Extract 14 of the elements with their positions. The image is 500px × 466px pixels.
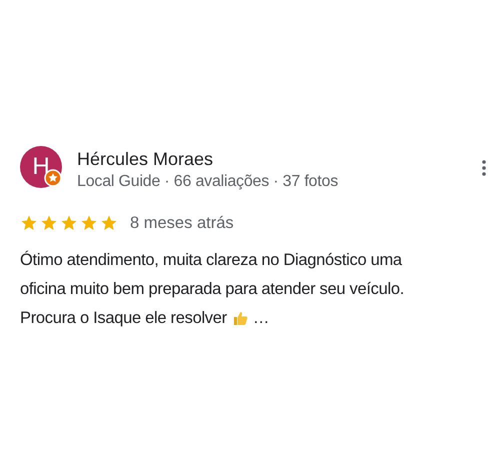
review-text: oficina muito bem preparada para atender seu veículo. — [20, 278, 404, 300]
more-options-icon[interactable] — [482, 160, 486, 176]
review-text: Procura o Isaque ele resolver — [20, 308, 227, 329]
reviewer-name[interactable]: Hércules Moraes — [77, 147, 482, 171]
star-icon — [80, 214, 98, 232]
review-text: Ótimo atendimento, muita clareza no Diagnóstico uma — [20, 250, 402, 271]
star-icon — [20, 214, 38, 232]
review-date: 8 meses atrás — [130, 213, 234, 234]
star-icon — [40, 214, 58, 232]
star-icon — [100, 214, 118, 232]
star-icon — [60, 214, 78, 232]
thumbs-up-icon — [232, 310, 248, 326]
read-more-ellipsis[interactable]: … — [252, 304, 270, 333]
reviewer-stats: Local Guide · 66 avaliações · 37 fotos — [77, 172, 340, 192]
